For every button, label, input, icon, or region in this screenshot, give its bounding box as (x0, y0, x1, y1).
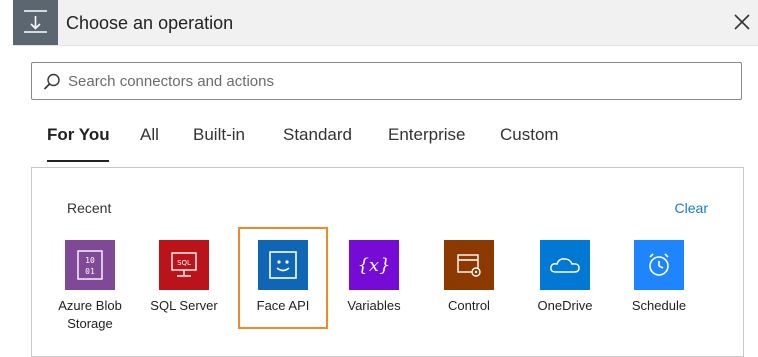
connector-tile-control[interactable]: Control (422, 240, 516, 315)
sql-server-icon: SQL (159, 240, 209, 290)
connector-tile-schedule[interactable]: Schedule (612, 240, 706, 315)
connector-tile-onedrive[interactable]: OneDrive (518, 240, 612, 315)
tab-standard[interactable]: Standard (283, 125, 352, 145)
connector-label: OneDrive (537, 298, 593, 313)
close-icon[interactable] (732, 12, 752, 32)
svg-text:01: 01 (85, 267, 95, 276)
schedule-icon (634, 240, 684, 290)
connectors-panel: Recent Clear 10 01 Azure Blob Storage SQ… (31, 167, 744, 357)
tab-for-you[interactable]: For You (47, 125, 110, 145)
onedrive-icon (540, 240, 590, 290)
connector-label: Variables (347, 298, 401, 313)
search-box[interactable] (31, 62, 742, 100)
selection-highlight (238, 227, 328, 329)
svg-text:10: 10 (85, 256, 95, 265)
dialog-title: Choose an operation (66, 13, 234, 33)
connector-label: Control (448, 298, 490, 313)
connector-tile-sql-server[interactable]: SQL SQL Server (137, 240, 231, 315)
svg-text:SQL: SQL (177, 259, 191, 267)
connector-label: SQL Server (150, 298, 218, 313)
connector-tile-azure-blob-storage[interactable]: 10 01 Azure Blob Storage (43, 240, 137, 333)
connector-label: Azure Blob Storage (58, 298, 122, 331)
tab-enterprise[interactable]: Enterprise (388, 125, 465, 145)
operation-step-icon (13, 0, 58, 45)
control-icon (444, 240, 494, 290)
tab-built-in[interactable]: Built-in (193, 125, 245, 145)
search-input[interactable] (68, 71, 728, 91)
tab-all[interactable]: All (140, 125, 159, 145)
connector-tile-variables[interactable]: {x} Variables (327, 240, 421, 315)
svg-text:{x}: {x} (357, 255, 390, 276)
search-icon (43, 73, 60, 90)
recent-heading: Recent (67, 200, 112, 216)
tab-custom[interactable]: Custom (500, 125, 559, 145)
active-tab-indicator (47, 160, 109, 162)
blob-storage-icon: 10 01 (65, 240, 115, 290)
dialog-header: Choose an operation (13, 0, 758, 46)
clear-link[interactable]: Clear (675, 200, 708, 216)
connector-label: Schedule (631, 298, 687, 313)
variables-icon: {x} (349, 240, 399, 290)
